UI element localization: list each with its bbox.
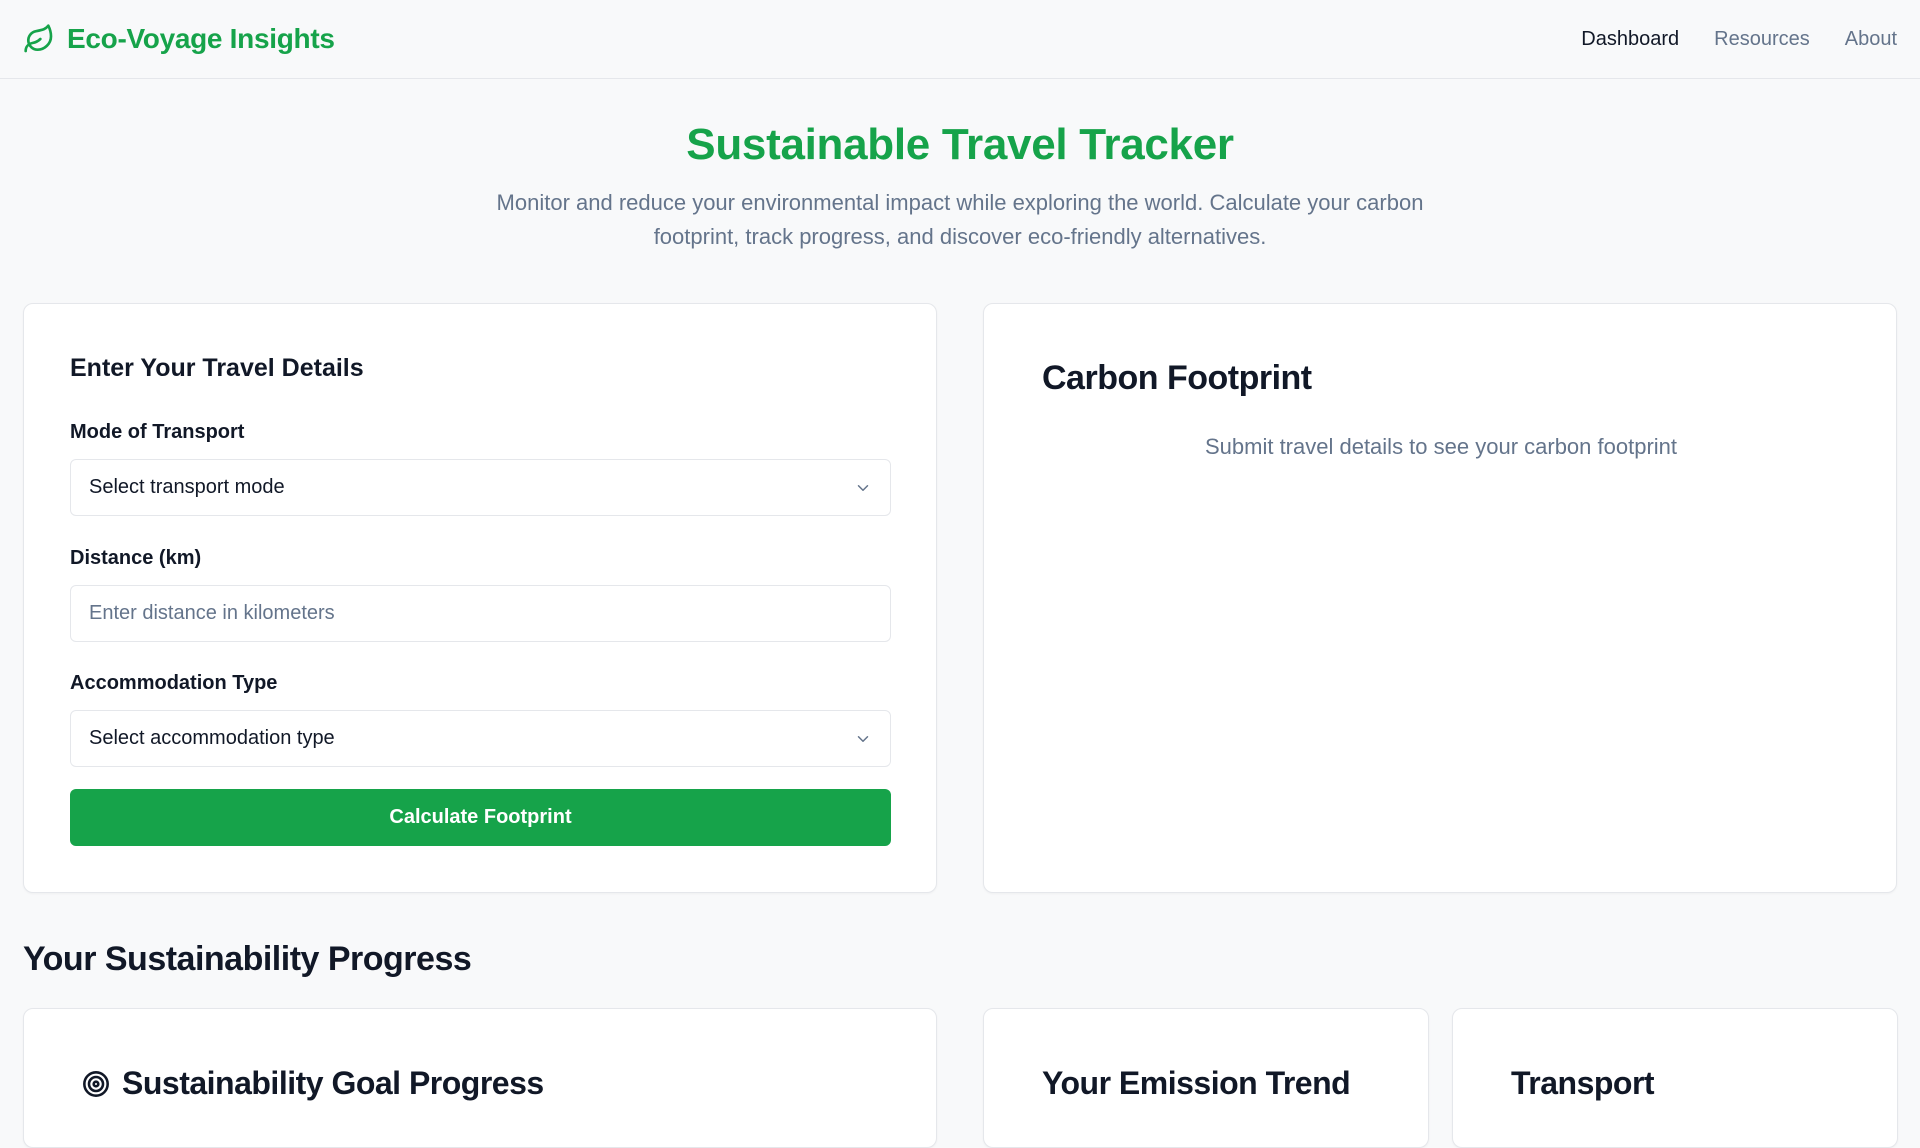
accommodation-select-value: Select accommodation type: [89, 727, 335, 749]
brand[interactable]: Eco-Voyage Insights: [23, 23, 335, 55]
transport-card-title: Transport: [1511, 1065, 1655, 1101]
page-subtitle: Monitor and reduce your environmental im…: [496, 190, 1424, 249]
accommodation-label: Accommodation Type: [70, 672, 278, 694]
page-title: Sustainable Travel Tracker: [686, 120, 1234, 169]
nav-resources[interactable]: Resources: [1714, 28, 1810, 51]
chevron-down-icon: [857, 735, 869, 742]
leaf-icon: [24, 24, 53, 53]
emission-trend-title: Your Emission Trend: [1042, 1065, 1351, 1101]
brand-name: Eco-Voyage Insights: [67, 23, 335, 54]
carbon-footprint-title: Carbon Footprint: [1042, 359, 1312, 397]
goal-progress-title: Sustainability Goal Progress: [122, 1065, 544, 1101]
distance-label: Distance (km): [70, 547, 202, 569]
top-navbar: Eco-Voyage Insights Dashboard Resources …: [0, 0, 1920, 79]
chevron-down-icon: [857, 484, 869, 491]
emission-trend-card: Your Emission Trend: [983, 1008, 1429, 1148]
nav-dashboard[interactable]: Dashboard: [1581, 28, 1679, 51]
progress-section-title: Your Sustainability Progress: [23, 940, 472, 978]
accommodation-select[interactable]: Select accommodation type: [70, 710, 891, 767]
carbon-footprint-empty-message: Submit travel details to see your carbon…: [1204, 434, 1678, 459]
main-nav: Dashboard Resources About: [1581, 28, 1897, 51]
transport-select[interactable]: Select transport mode: [70, 459, 891, 516]
target-icon: [83, 1070, 109, 1097]
goal-progress-card: Sustainability Goal Progress: [23, 1008, 937, 1148]
transport-card: Transport: [1452, 1008, 1898, 1148]
nav-about[interactable]: About: [1845, 28, 1897, 51]
carbon-footprint-card: Carbon Footprint Submit travel details t…: [983, 303, 1897, 893]
form-title: Enter Your Travel Details: [70, 354, 364, 382]
transport-label: Mode of Transport: [70, 421, 245, 443]
calculate-footprint-button[interactable]: Calculate Footprint: [70, 789, 891, 846]
transport-select-value: Select transport mode: [89, 476, 285, 498]
travel-details-card: Enter Your Travel Details Mode of Transp…: [23, 303, 937, 893]
distance-input[interactable]: [70, 585, 891, 642]
goal-progress-header: Sustainability Goal Progress: [82, 1065, 544, 1102]
hero-section: Sustainable Travel Tracker Monitor and r…: [0, 120, 1920, 254]
